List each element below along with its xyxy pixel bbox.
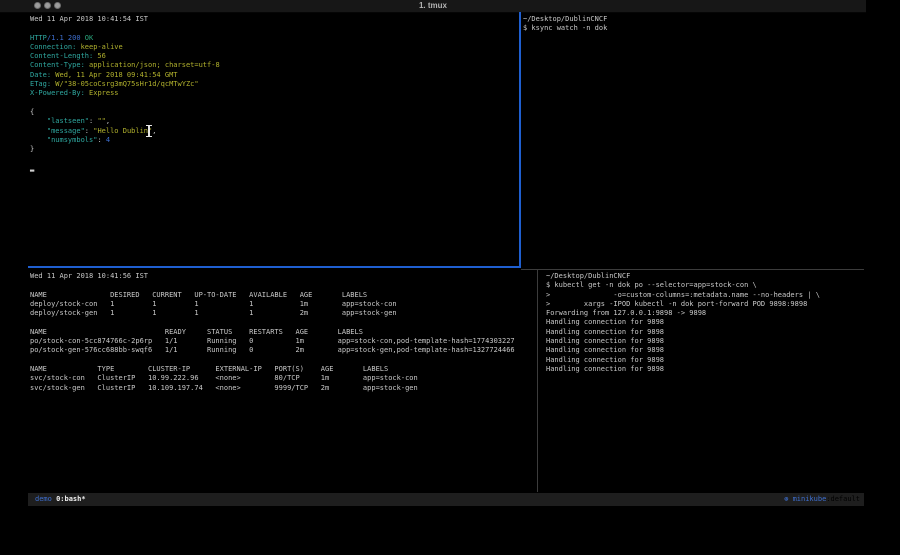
terminal-line: NAME READY STATUS RESTARTS AGE LABELS	[30, 328, 534, 337]
terminal-line: ~/Desktop/DublinCNCF	[546, 272, 862, 281]
kube-namespace: :default	[826, 495, 860, 503]
terminal-line: svc/stock-gen ClusterIP 10.109.197.74 <n…	[30, 384, 534, 393]
terminal-line: {	[30, 108, 516, 117]
pane-ksync-watch[interactable]: ~/Desktop/DublinCNCF$ ksync watch -n dok	[523, 15, 863, 34]
terminal-line: svc/stock-con ClusterIP 10.99.222.96 <no…	[30, 374, 534, 383]
terminal-line: "numsymbols": 4	[30, 136, 516, 145]
terminal-line: X-Powered-By: Express	[30, 89, 516, 98]
terminal-line	[30, 154, 516, 163]
terminal-line: deploy/stock-con 1 1 1 1 1m app=stock-co…	[30, 300, 534, 309]
terminal-line: Handling connection for 9898	[546, 328, 862, 337]
terminal-line: $ ksync watch -n dok	[523, 24, 863, 33]
mouse-ibeam-pointer	[146, 125, 152, 137]
terminal-line: $ kubectl get -n dok po --selector=app=s…	[546, 281, 862, 290]
terminal-line: Content-Type: application/json; charset=…	[30, 61, 516, 70]
terminal-line: Handling connection for 9898	[546, 356, 862, 365]
pane-divider-vertical-top[interactable]	[519, 12, 521, 268]
terminal-line: ~/Desktop/DublinCNCF	[523, 15, 863, 24]
window-titlebar: 1. tmux	[0, 0, 866, 13]
terminal-line	[30, 318, 534, 327]
terminal-line: HTTP/1.1 200 OK	[30, 34, 516, 43]
terminal-line: "lastseen": "",	[30, 117, 516, 126]
terminal-line: Connection: keep-alive	[30, 43, 516, 52]
terminal-line: Content-Length: 56	[30, 52, 516, 61]
pane-divider-horizontal-active[interactable]	[28, 266, 521, 268]
terminal-line: > -o=custom-columns=:metadata.name --no-…	[546, 291, 862, 300]
terminal-line: deploy/stock-gen 1 1 1 1 2m app=stock-ge…	[30, 309, 534, 318]
terminal-window: 1. tmux Wed 11 Apr 2018 10:41:54 IST HTT…	[0, 0, 900, 555]
pane-divider-horizontal[interactable]	[521, 269, 864, 270]
terminal-line: ETag: W/"38-05coCsrg3mQ75sHr1d/qcMTwYZc"	[30, 80, 516, 89]
session-name: demo	[35, 495, 52, 503]
terminal-line: Handling connection for 9898	[546, 365, 862, 374]
terminal-line: Date: Wed, 11 Apr 2018 09:41:54 GMT	[30, 71, 516, 80]
terminal-line: NAME DESIRED CURRENT UP-TO-DATE AVAILABL…	[30, 291, 534, 300]
terminal-line: Forwarding from 127.0.0.1:9898 -> 9898	[546, 309, 862, 318]
pane-kubectl-get[interactable]: Wed 11 Apr 2018 10:41:56 IST NAME DESIRE…	[30, 272, 534, 393]
terminal-line: po/stock-gen-576cc688bb-swqf6 1/1 Runnin…	[30, 346, 534, 355]
terminal-line: Handling connection for 9898	[546, 318, 862, 327]
terminal-line	[30, 99, 516, 108]
status-left: demo 0:bash*	[35, 493, 86, 506]
terminal-line	[30, 24, 516, 33]
pane-divider-vertical-bottom[interactable]	[537, 269, 538, 492]
terminal-line: }	[30, 145, 516, 154]
tmux-status-bar: demo 0:bash* ⊛ minikube:default	[28, 493, 864, 506]
terminal-line: Wed 11 Apr 2018 10:41:54 IST	[30, 15, 516, 24]
pane-port-forward[interactable]: ~/Desktop/DublinCNCF$ kubectl get -n dok…	[546, 272, 862, 374]
terminal-line: Handling connection for 9898	[546, 337, 862, 346]
terminal-line: po/stock-con-5cc874766c-2p6rp 1/1 Runnin…	[30, 337, 534, 346]
kubernetes-icon: ⊛	[784, 495, 792, 503]
terminal-line	[30, 281, 534, 290]
status-window-tab[interactable]: 0:bash*	[56, 495, 86, 503]
terminal-line: > xargs -IPOD kubectl -n dok port-forwar…	[546, 300, 862, 309]
pane-http-response[interactable]: Wed 11 Apr 2018 10:41:54 IST HTTP/1.1 20…	[30, 15, 516, 173]
terminal-line	[30, 356, 534, 365]
terminal-line: "message": "Hello Dublin",	[30, 127, 516, 136]
terminal-line: NAME TYPE CLUSTER-IP EXTERNAL-IP PORT(S)…	[30, 365, 534, 374]
terminal-line: Wed 11 Apr 2018 10:41:56 IST	[30, 272, 534, 281]
window-title: 1. tmux	[0, 1, 866, 10]
status-right: ⊛ minikube:default	[784, 493, 860, 506]
kube-context: minikube	[793, 495, 827, 503]
terminal-line: Handling connection for 9898	[546, 346, 862, 355]
ibeam-stem	[148, 126, 149, 136]
terminal-line: ▂	[30, 164, 516, 173]
ibeam-bottom-serif	[146, 136, 152, 137]
